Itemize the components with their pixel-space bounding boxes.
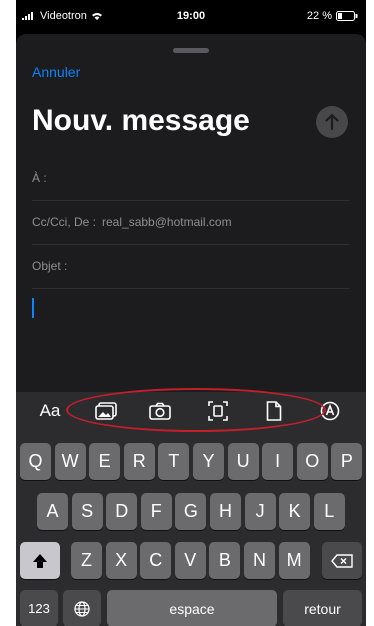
key-l[interactable]: L: [313, 493, 345, 530]
key-e[interactable]: E: [89, 443, 121, 480]
to-field[interactable]: À :: [32, 156, 350, 201]
keyboard-toolbar: Aa: [16, 388, 366, 432]
globe-key[interactable]: [63, 590, 101, 626]
key-y[interactable]: Y: [193, 443, 224, 480]
send-button[interactable]: [316, 106, 348, 138]
delete-key[interactable]: [322, 542, 362, 579]
key-q[interactable]: Q: [20, 443, 51, 480]
key-j[interactable]: J: [244, 493, 276, 530]
key-h[interactable]: H: [210, 493, 241, 530]
numbers-key[interactable]: 123: [20, 590, 58, 626]
from-address: real_sabb@hotmail.com: [102, 215, 232, 229]
subject-label: Objet :: [32, 259, 68, 273]
key-r[interactable]: R: [123, 443, 155, 480]
key-m[interactable]: M: [278, 542, 310, 579]
key-c[interactable]: C: [140, 542, 172, 579]
space-key[interactable]: espace: [107, 590, 277, 626]
key-k[interactable]: K: [279, 493, 311, 530]
key-s[interactable]: S: [71, 493, 103, 530]
cc-from-field[interactable]: Cc/Cci, De : real_sabb@hotmail.com: [32, 200, 350, 245]
key-a[interactable]: A: [37, 493, 68, 530]
key-f[interactable]: F: [140, 493, 172, 530]
globe-icon: [74, 600, 90, 617]
cancel-button[interactable]: Annuler: [32, 64, 80, 80]
key-u[interactable]: U: [227, 443, 259, 480]
shift-key[interactable]: [20, 542, 60, 579]
key-x[interactable]: X: [105, 542, 137, 579]
key-o[interactable]: O: [296, 443, 328, 480]
sheet-handle[interactable]: [173, 48, 209, 53]
delete-icon: [331, 553, 353, 568]
battery: 22 %: [307, 10, 358, 22]
key-w[interactable]: W: [54, 443, 86, 480]
key-t[interactable]: T: [158, 443, 190, 480]
to-label: À :: [32, 171, 47, 185]
key-p[interactable]: P: [331, 443, 363, 480]
format-button[interactable]: Aa: [36, 398, 64, 424]
key-i[interactable]: I: [262, 443, 294, 480]
text-cursor: [32, 298, 34, 318]
phone-screen: Videotron 19:00 22 % Annuler Nouv. messa…: [16, 0, 366, 626]
subject-field[interactable]: Objet :: [32, 244, 350, 289]
return-key[interactable]: retour: [283, 590, 362, 626]
cc-label: Cc/Cci, De :: [32, 215, 97, 229]
shift-icon: [33, 553, 47, 568]
key-v[interactable]: V: [174, 542, 206, 579]
key-n[interactable]: N: [244, 542, 275, 579]
keyboard: Aa Q W E R T Y U I O P A S D F G H J K L Z X C V B N M 123 espace re…: [16, 388, 366, 626]
battery-icon: [336, 11, 358, 21]
status-bar: Videotron 19:00 22 %: [16, 0, 366, 34]
battery-percent: 22 %: [306, 10, 332, 22]
highlight-oval: [66, 388, 326, 432]
compose-title: Nouv. message: [32, 104, 250, 137]
key-g[interactable]: G: [175, 493, 207, 530]
key-z[interactable]: Z: [71, 542, 102, 579]
arrow-up-icon: [325, 114, 339, 130]
key-d[interactable]: D: [106, 493, 138, 530]
compose-sheet: Annuler Nouv. message À : Cc/Cci, De : r…: [16, 34, 366, 392]
key-b[interactable]: B: [209, 542, 241, 579]
